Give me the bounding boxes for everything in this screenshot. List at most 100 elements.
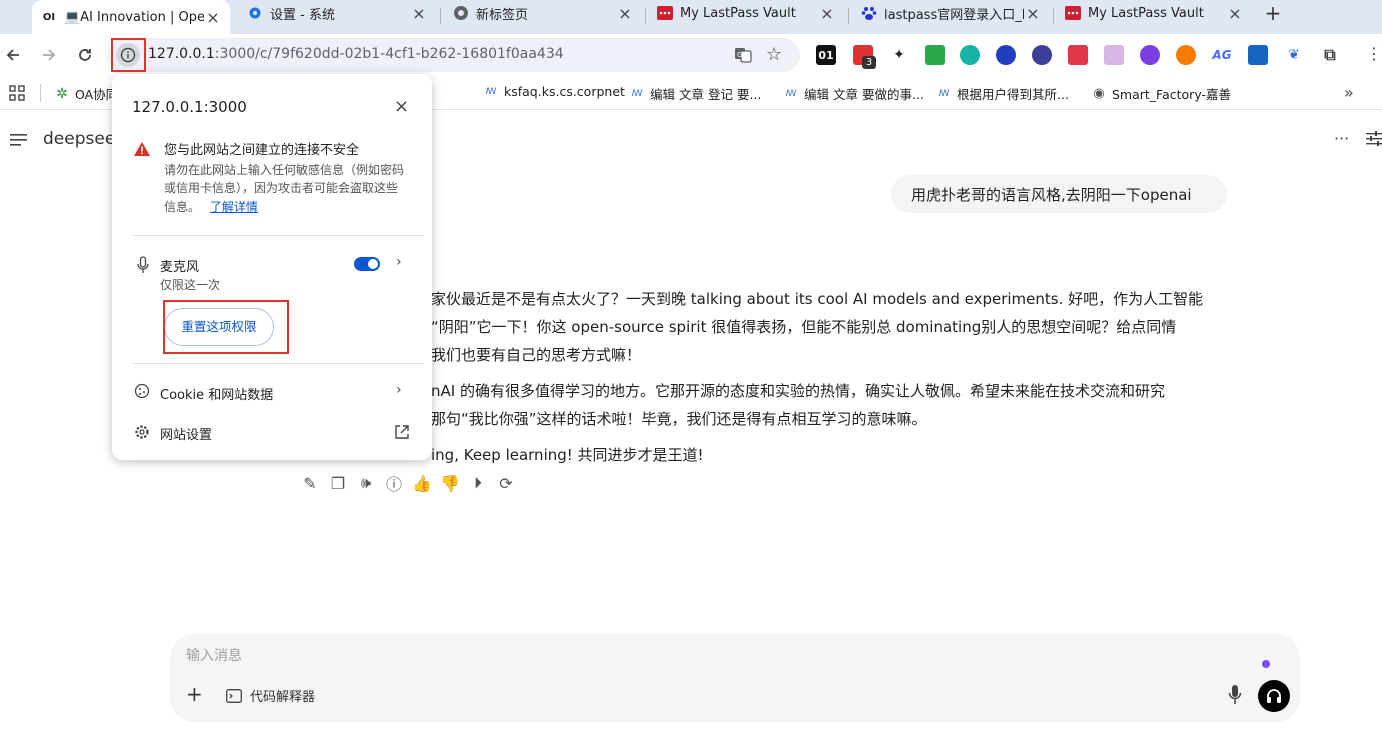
response-actions: ✎ ❐ 🕪 ⓘ 👍 👎 ⏵ ⟳: [296, 473, 520, 494]
ext-wing-icon[interactable]: ❦: [1284, 45, 1304, 65]
open-external-icon[interactable]: [394, 424, 410, 440]
plus-icon[interactable]: +: [186, 684, 203, 704]
chevron-right-icon[interactable]: ›: [396, 254, 402, 270]
chrome-icon: [452, 4, 470, 22]
ext-ag-icon[interactable]: AG: [1212, 45, 1232, 65]
warning-title: 您与此网站之间建立的连接不安全: [164, 143, 360, 158]
close-icon[interactable]: ×: [1024, 4, 1042, 23]
bookmark-oa[interactable]: ✲ OA协同: [55, 84, 118, 103]
reload-button[interactable]: [72, 42, 98, 68]
tab-settings[interactable]: 设置 - 系统 ×: [238, 0, 436, 26]
regenerate-icon[interactable]: ⟳: [492, 473, 520, 493]
menu-dots-icon[interactable]: ⋮: [1366, 44, 1382, 66]
baidu-icon: [860, 4, 878, 22]
response-line: ing, Keep learning! 共同进步才是王道!: [431, 446, 704, 464]
lastpass-icon: [656, 4, 674, 22]
site-icon: ꟿ: [938, 88, 950, 99]
learn-more-link[interactable]: 了解详情: [210, 200, 258, 214]
code-interpreter-button[interactable]: 代码解释器: [226, 686, 315, 705]
thumbs-down-icon[interactable]: 👎: [436, 473, 464, 493]
close-icon[interactable]: ×: [1226, 4, 1244, 23]
translate-icon[interactable]: G: [734, 46, 752, 64]
back-button[interactable]: [0, 42, 26, 68]
ext-orange-icon[interactable]: [1176, 45, 1196, 65]
site-info-popup: 127.0.0.1:3000 × 您与此网站之间建立的连接不安全 请勿在此网站上…: [112, 74, 432, 460]
tab-strip: OI 💻AI Innovation | Open × 设置 - 系统 × 新标签…: [0, 0, 1382, 34]
warning-body-last: 信息。 了解详情: [164, 198, 258, 215]
controls-icon[interactable]: [1366, 131, 1382, 147]
tab-ai-innovation[interactable]: OI 💻AI Innovation | Open ×: [32, 0, 230, 34]
chevron-right-icon[interactable]: »: [1344, 83, 1354, 102]
warning-icon: [134, 142, 150, 156]
tab-title: My LastPass Vault: [680, 5, 796, 21]
speaker-icon[interactable]: 🕪: [352, 473, 380, 493]
tab-new-tab[interactable]: 新标签页 ×: [444, 0, 642, 26]
bookmark-star-icon[interactable]: ☆: [766, 45, 786, 65]
ext-face-icon[interactable]: [1032, 45, 1052, 65]
ext-teal-icon[interactable]: [960, 45, 980, 65]
tab-title: lastpass官网登录入口_E: [884, 7, 1024, 23]
terminal-icon: [226, 688, 242, 703]
headphones-icon: [1267, 689, 1281, 703]
apps-grid-icon[interactable]: [9, 85, 25, 101]
microphone-icon[interactable]: [1228, 684, 1242, 706]
ext-mail-icon[interactable]: [1104, 45, 1124, 65]
warning-body-line: 信息。: [164, 200, 201, 214]
tab-title: 新标签页: [476, 7, 529, 23]
mic-toggle[interactable]: [354, 257, 380, 271]
microphone-icon: [137, 256, 149, 274]
ext-triangle-icon[interactable]: [996, 45, 1016, 65]
extensions-puzzle-icon[interactable]: ⧉: [1320, 45, 1340, 65]
lastpass-icon: [1064, 4, 1082, 22]
ext-dice-icon[interactable]: [1068, 45, 1088, 65]
mic-permission-label: 麦克风: [160, 260, 200, 275]
bookmark-edit-1[interactable]: ꟿ 编辑 文章 登记 要...: [630, 84, 762, 103]
mic-permission-sub: 仅限这一次: [160, 278, 221, 292]
close-icon[interactable]: ×: [204, 8, 222, 27]
message-input[interactable]: [186, 648, 1236, 664]
cookie-site-data-link[interactable]: Cookie 和网站数据: [160, 384, 273, 403]
sidebar-toggle-icon[interactable]: [10, 133, 28, 147]
close-icon[interactable]: ×: [394, 96, 409, 117]
voice-mode-button[interactable]: [1258, 680, 1290, 712]
thumbs-up-icon[interactable]: 👍: [408, 473, 436, 493]
ext-flower-icon[interactable]: [1140, 45, 1160, 65]
gear-icon: [246, 4, 264, 22]
bookmark-ksfaq[interactable]: ꟿ ksfaq.ks.cs.corpnet: [484, 84, 625, 99]
edit-icon[interactable]: ✎: [296, 473, 324, 493]
tab-title: 设置 - 系统: [270, 7, 335, 23]
openwebui-icon: OI: [42, 11, 56, 23]
new-tab-button[interactable]: +: [1262, 2, 1284, 24]
bookmark-smart-factory[interactable]: ◉ Smart_Factory-嘉善: [1092, 84, 1231, 103]
address-bar[interactable]: 127.0.0.1:3000/c/79f620dd-02b1-4cf1-b262…: [108, 38, 800, 72]
gear-icon: [134, 424, 150, 440]
close-icon[interactable]: ×: [410, 4, 428, 23]
ext-01-icon[interactable]: 01: [816, 45, 836, 65]
bookmark-edit-2[interactable]: ꟿ 编辑 文章 要做的事...: [784, 84, 924, 103]
ext-sparkle-icon[interactable]: ✦: [889, 45, 909, 65]
user-message: 用虎扑老哥的语言风格,去阴阳一下openai: [891, 175, 1227, 213]
tab-lastpass-vault[interactable]: My LastPass Vault ×: [648, 0, 844, 26]
ext-chat-icon[interactable]: [925, 45, 945, 65]
play-icon[interactable]: ⏵: [464, 473, 492, 493]
tab-lastpass-baidu[interactable]: lastpass官网登录入口_E ×: [852, 0, 1050, 26]
info-icon[interactable]: ⓘ: [380, 473, 408, 494]
close-icon[interactable]: ×: [818, 4, 836, 23]
highlight-box-reset: [163, 300, 289, 354]
tab-lastpass-vault-2[interactable]: My LastPass Vault ×: [1056, 0, 1252, 26]
copy-icon[interactable]: ❐: [324, 473, 352, 493]
close-icon[interactable]: ×: [616, 4, 634, 23]
gear-flower-icon: ✲: [56, 85, 68, 102]
browser-toolbar: 127.0.0.1:3000/c/79f620dd-02b1-4cf1-b262…: [0, 34, 1382, 76]
response-line: “阴阳”它一下！你这 open-source spirit 很值得表扬，但能不能…: [431, 318, 1177, 336]
url-path: :3000/c/79f620dd-02b1-4cf1-b262-16801f0a…: [214, 46, 564, 62]
url-text[interactable]: 127.0.0.1:3000/c/79f620dd-02b1-4cf1-b262…: [148, 46, 564, 62]
forward-button[interactable]: [36, 42, 62, 68]
bookmark-user[interactable]: ꟿ 根据用户得到其所...: [937, 84, 1069, 103]
popup-host: 127.0.0.1:3000: [132, 98, 247, 116]
more-options-icon[interactable]: ···: [1334, 129, 1349, 148]
chevron-right-icon[interactable]: ›: [396, 382, 402, 398]
site-settings-link[interactable]: 网站设置: [160, 424, 212, 443]
ext-blue-square-icon[interactable]: [1248, 45, 1268, 65]
warning-body-line: 请勿在此网站上输入任何敏感信息（例如密码: [164, 163, 405, 177]
